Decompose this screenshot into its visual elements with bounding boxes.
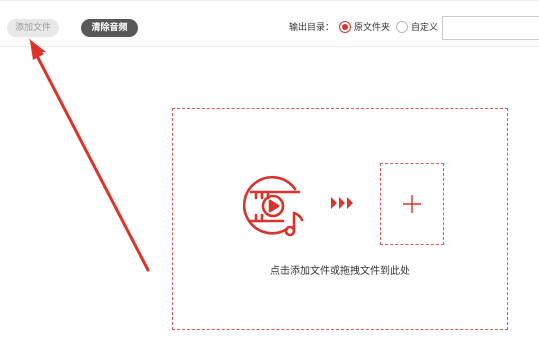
file-drop-zone[interactable] (172, 108, 508, 330)
radio-source-folder-label[interactable]: 原文件夹 (354, 21, 390, 35)
app-window: 添加文件 清除音频 输出目录： 原文件夹 自定义 点击添加文件或拖拽文件到此处 (0, 0, 539, 342)
plus-icon[interactable] (402, 194, 422, 214)
drop-hint-text: 点击添加文件或拖拽文件到此处 (270, 266, 410, 277)
triple-chevron-right-icon (331, 197, 353, 209)
add-file-button[interactable]: 添加文件 (7, 19, 59, 37)
clear-audio-button[interactable]: 清除音频 (81, 19, 138, 37)
radio-custom[interactable] (396, 21, 408, 33)
toolbar: 添加文件 清除音频 输出目录： 原文件夹 自定义 (0, 1, 539, 47)
output-dir-label: 输出目录： (289, 23, 335, 33)
video-to-audio-icon (243, 175, 304, 237)
output-path-input[interactable] (442, 16, 539, 40)
radio-custom-label[interactable]: 自定义 (411, 21, 438, 35)
radio-source-folder[interactable] (339, 21, 351, 33)
